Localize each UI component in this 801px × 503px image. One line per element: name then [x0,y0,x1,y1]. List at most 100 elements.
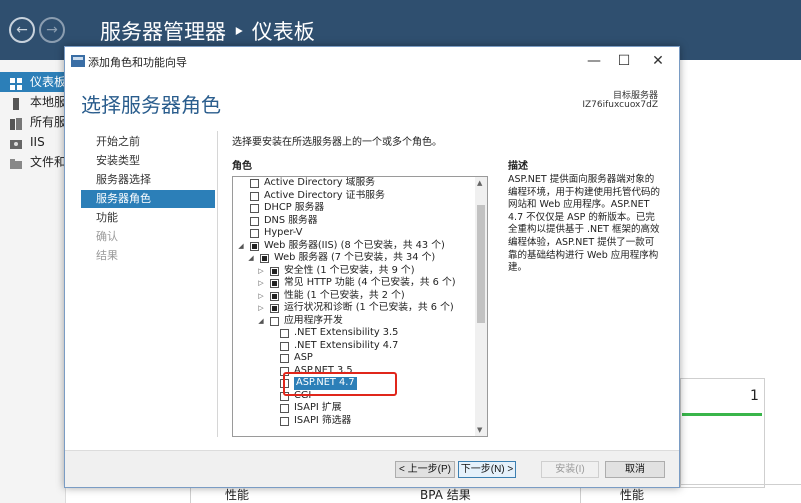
role-label: 应用程序开发 [284,314,343,326]
role-label: Web 服务器(IIS) (8 个已安装，共 43 个) [264,239,445,251]
role-row[interactable]: ▷ 性能 (1 个已安装，共 2 个) [233,290,473,303]
wizard-app-icon [71,55,85,67]
role-row[interactable]: ▷ 安全性 (1 个已安装，共 9 个) [233,265,473,278]
role-row[interactable]: ISAPI 筛选器 [233,415,473,428]
role-row[interactable]: Active Directory 域服务 [233,177,473,190]
role-checkbox[interactable] [270,266,279,276]
role-row[interactable]: ▷ 常见 HTTP 功能 (4 个已安装，共 6 个) [233,277,473,290]
role-checkbox[interactable] [270,304,279,313]
role-row[interactable]: ISAPI 扩展 [233,402,473,415]
role-label: DHCP 服务器 [264,202,325,213]
forward-arrow-icon: → [46,22,58,38]
expand-arrow-icon[interactable]: ▷ [257,265,265,278]
role-checkbox[interactable] [250,179,259,188]
roles-tree[interactable]: ▲ ▼ Active Directory 域服务 Active Directory… [232,176,488,437]
scroll-thumb[interactable] [477,205,485,323]
instruction-text: 选择要安装在所选服务器上的一个或多个角色。 [232,137,442,148]
server-manager-sidebar: 仪表板 本地服务器 所有服务器 IIS 文件和存储服务 [0,60,66,503]
collapse-arrow-icon[interactable]: ◢ [247,252,255,265]
role-checkbox[interactable] [280,404,289,413]
role-checkbox[interactable] [250,191,259,201]
role-label: .NET Extensibility 3.5 [294,327,399,338]
sidebar-item-dashboard[interactable]: 仪表板 [0,72,66,92]
role-row[interactable]: ASP [233,352,473,365]
expand-arrow-icon[interactable]: ▷ [257,290,265,303]
forward-button[interactable]: → [39,17,65,43]
iis-icon [10,136,22,149]
add-roles-wizard-dialog: 添加角色和功能向导 — ☐ ✕ 选择服务器角色 目标服务器 IZ76ifuxcu… [64,46,680,488]
expand-arrow-icon[interactable]: ▷ [257,302,265,315]
role-checkbox[interactable] [280,416,289,426]
role-checkbox[interactable] [250,204,259,213]
role-row[interactable]: ◢ 应用程序开发 [233,315,473,328]
role-checkbox[interactable] [250,229,259,238]
collapse-arrow-icon[interactable]: ◢ [257,315,265,328]
dialog-window-title: 添加角色和功能向导 [88,56,187,69]
back-button[interactable]: ← [9,17,35,43]
roles-scrollbar[interactable]: ▲ ▼ [475,177,487,436]
role-row[interactable]: ▷ 运行状况和诊断 (1 个已安装，共 6 个) [233,302,473,315]
collapse-arrow-icon[interactable]: ◢ [237,240,245,253]
bottom-label-performance-2: 性能 [620,488,645,502]
role-row[interactable]: ◢ Web 服务器(IIS) (8 个已安装，共 43 个) [233,240,473,253]
role-checkbox[interactable] [280,354,289,363]
role-label: ISAPI 筛选器 [294,414,352,426]
step-installation-type[interactable]: 安装类型 [81,152,215,170]
role-checkbox[interactable] [280,329,289,338]
role-checkbox[interactable] [250,216,259,226]
role-row[interactable]: .NET Extensibility 3.5 [233,327,473,340]
step-server-roles[interactable]: 服务器角色 [81,190,215,208]
page-title: 选择服务器角色 [81,93,221,117]
tile-status-bar [682,413,762,416]
role-label: Active Directory 证书服务 [264,189,385,201]
cancel-button[interactable]: 取消 [605,461,665,478]
role-label: 运行状况和诊断 (1 个已安装，共 6 个) [284,302,454,313]
role-label: 常见 HTTP 功能 (4 个已安装，共 6 个) [284,277,456,288]
dashboard-icon [10,76,22,90]
dialog-titlebar[interactable]: 添加角色和功能向导 — ☐ ✕ [65,47,679,75]
role-label: Active Directory 域服务 [264,177,376,188]
role-checkbox[interactable] [250,241,259,251]
role-row[interactable]: DNS 服务器 [233,215,473,228]
step-confirmation: 确认 [96,230,118,243]
scroll-down-icon[interactable]: ▼ [477,426,482,434]
sidebar-item-file-storage[interactable]: 文件和存储服务 [0,152,66,172]
server-manager-title: 服务器管理器 ‣ 仪表板 [100,20,315,44]
role-checkbox[interactable] [270,316,279,326]
role-row[interactable]: Hyper-V [233,227,473,240]
bottom-label-performance: 性能 [225,488,250,502]
maximize-button[interactable]: ☐ [609,50,639,72]
role-checkbox[interactable] [270,279,279,288]
sidebar-item-local-server[interactable]: 本地服务器 [0,92,66,112]
folder-icon [10,156,22,169]
bottom-label-bpa: BPA 结果 [420,488,471,502]
close-button[interactable]: ✕ [643,50,673,72]
close-icon: ✕ [652,53,664,69]
servers-icon [10,116,22,130]
step-features[interactable]: 功能 [81,209,215,227]
next-button[interactable]: 下一步(N) > [458,461,516,478]
previous-button[interactable]: < 上一步(P) [395,461,455,478]
step-server-selection[interactable]: 服务器选择 [81,171,215,189]
role-checkbox[interactable] [280,341,289,351]
role-label: .NET Extensibility 4.7 [294,339,399,351]
role-checkbox[interactable] [260,254,269,263]
role-label: Hyper-V [264,227,303,238]
step-results: 结果 [96,249,118,262]
description-heading: 描述 [508,161,528,172]
role-label: 安全性 (1 个已安装，共 9 个) [284,264,415,276]
role-row[interactable]: ◢ Web 服务器 (7 个已安装，共 34 个) [233,252,473,265]
role-row[interactable]: Active Directory 证书服务 [233,190,473,203]
scroll-up-icon[interactable]: ▲ [477,179,482,187]
role-row[interactable]: .NET Extensibility 4.7 [233,340,473,353]
role-label: 性能 (1 个已安装，共 2 个) [284,289,405,301]
sidebar-item-iis[interactable]: IIS [0,132,66,152]
expand-arrow-icon[interactable]: ▷ [257,277,265,290]
role-checkbox[interactable] [270,291,279,301]
minimize-button[interactable]: — [579,50,609,72]
role-row[interactable]: DHCP 服务器 [233,202,473,215]
step-before-you-begin[interactable]: 开始之前 [81,133,215,151]
role-label: Web 服务器 (7 个已安装，共 34 个) [274,252,436,263]
sidebar-item-all-servers[interactable]: 所有服务器 [0,112,66,132]
tile-count: 1 [750,388,759,404]
